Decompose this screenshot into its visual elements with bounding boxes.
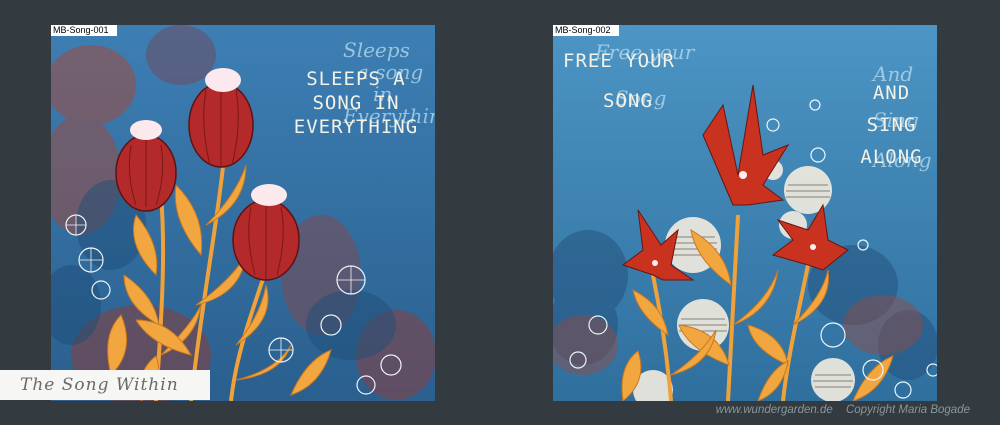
website-link[interactable]: www.wundergarden.de xyxy=(716,404,833,416)
footer-credit: www.wundergarden.de Copyright Maria Boga… xyxy=(706,404,970,416)
collection-title-label: The Song Within xyxy=(0,370,210,400)
artwork-sleeps-a-song: MB-Song-001 Sleeps a song in Everything … xyxy=(51,25,435,401)
artwork-free-your-song: MB-Song-002 Free your Song FREE YOUR SON… xyxy=(553,25,937,401)
artwork-id-tag: MB-Song-001 xyxy=(51,25,117,36)
artwork-id-tag: MB-Song-002 xyxy=(553,25,619,36)
copyright-text: Copyright Maria Bogade xyxy=(845,404,970,416)
painted-quote-left: FREE YOUR SONG xyxy=(563,50,675,112)
painted-quote-right: AND SING ALONG xyxy=(860,82,923,168)
painted-quote: SLEEPS A SONG IN EVERYTHING xyxy=(293,68,419,138)
